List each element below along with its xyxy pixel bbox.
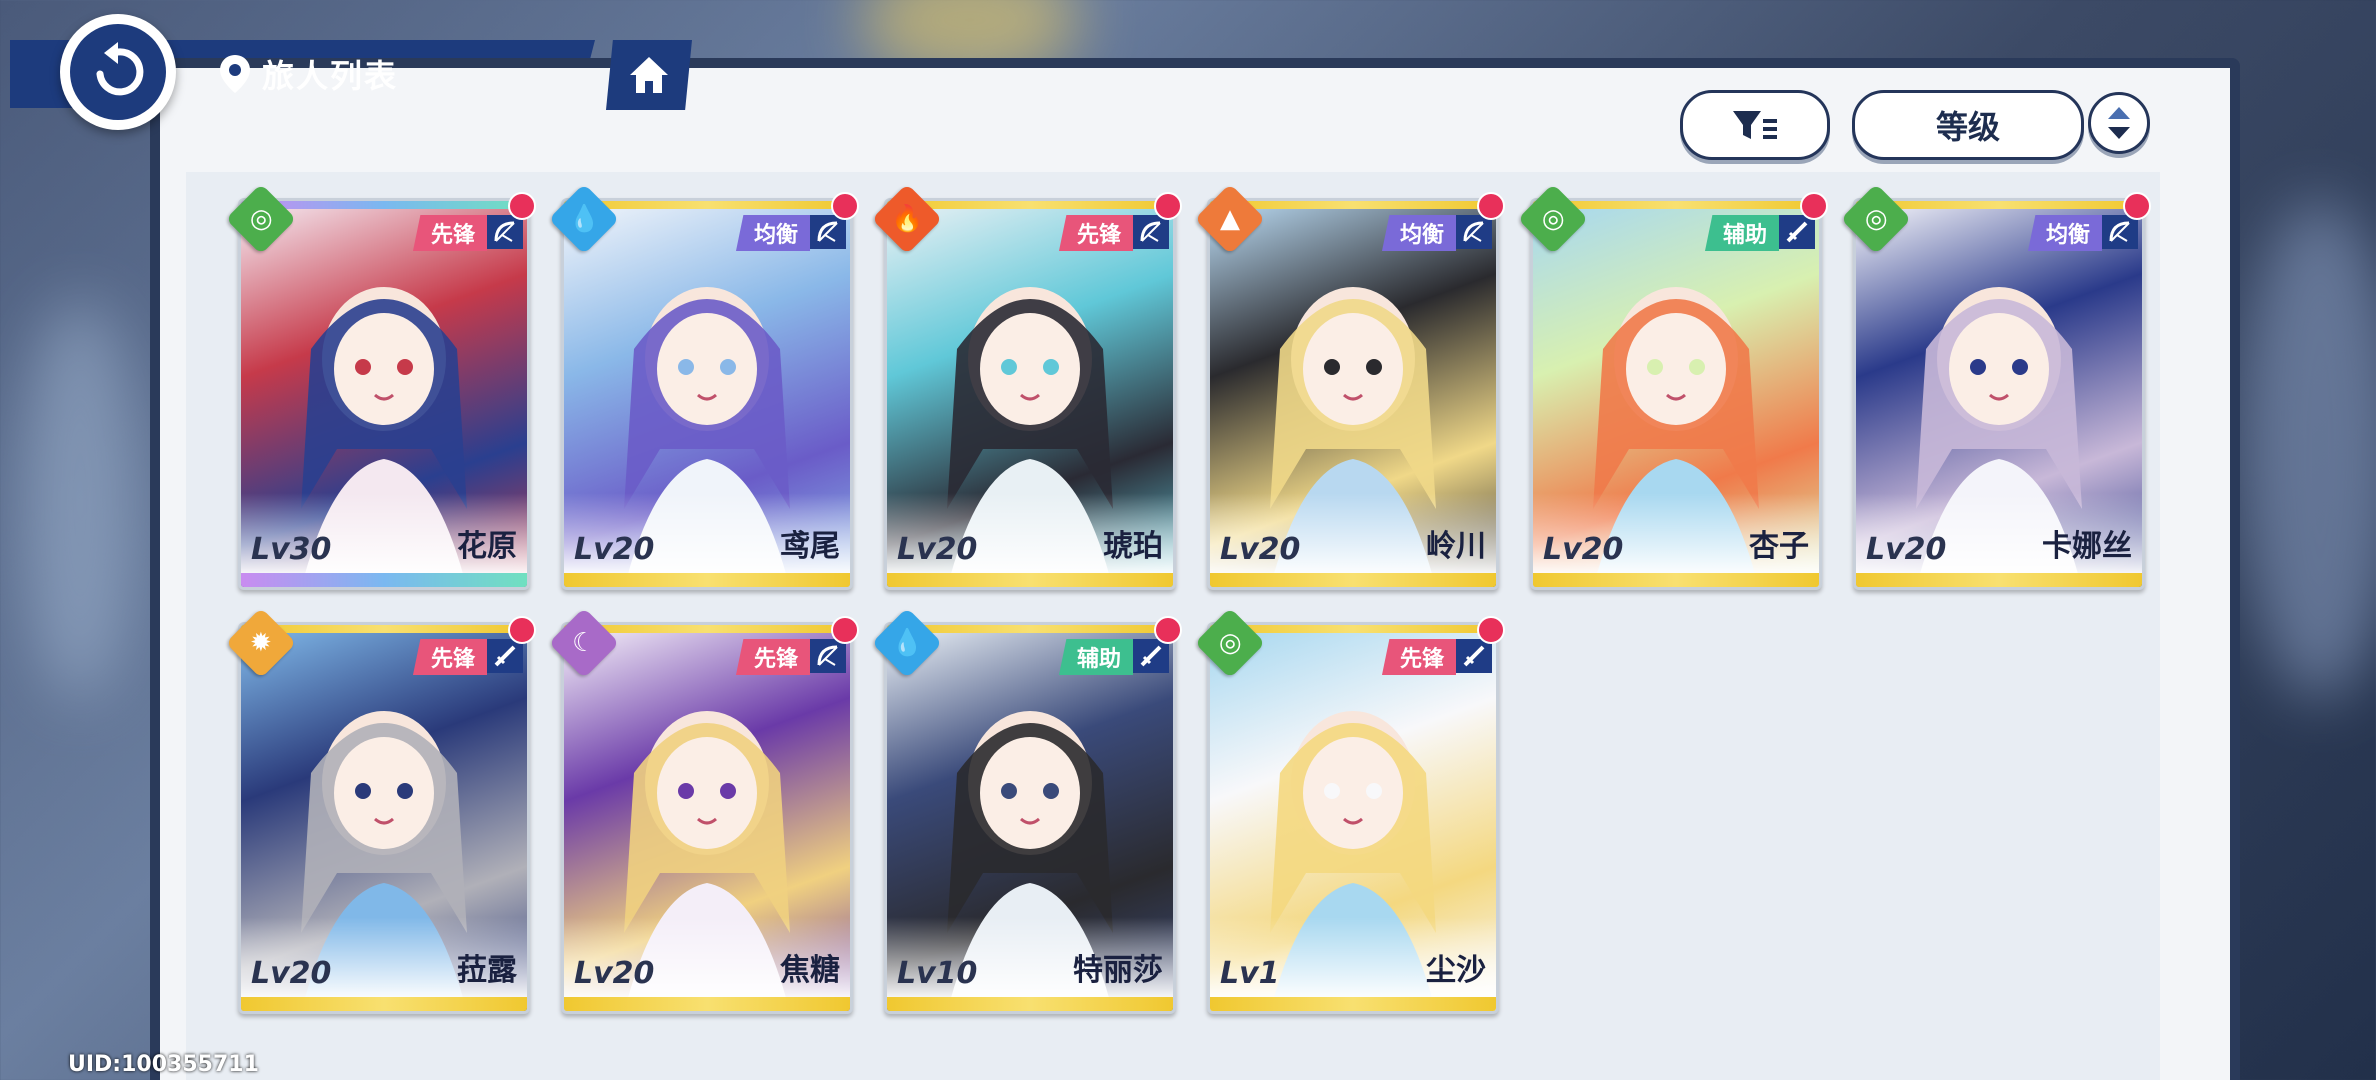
sort-order-icon bbox=[2108, 107, 2130, 139]
card-bottom-frame bbox=[1533, 573, 1819, 587]
card-bottom-frame bbox=[1210, 573, 1496, 587]
character-level: Lv10 bbox=[897, 956, 978, 991]
card-bottom-frame bbox=[1856, 573, 2142, 587]
notification-dot bbox=[1154, 616, 1182, 644]
notification-dot bbox=[508, 616, 536, 644]
character-name: 特丽莎 bbox=[1073, 953, 1163, 988]
card-bottom-frame bbox=[241, 573, 527, 587]
card-bottom-frame bbox=[1210, 997, 1496, 1011]
character-name: 焦糖 bbox=[780, 953, 840, 988]
character-level: Lv20 bbox=[1220, 532, 1301, 567]
character-level: Lv1 bbox=[1220, 956, 1280, 991]
character-card[interactable]: 先锋 Lv20 焦糖 bbox=[561, 622, 853, 1014]
role-tag: 先锋 bbox=[412, 215, 487, 251]
card-bottom-frame bbox=[887, 997, 1173, 1011]
character-level: Lv20 bbox=[897, 532, 978, 567]
character-card[interactable]: 先锋 Lv1 尘沙 bbox=[1207, 622, 1499, 1014]
character-level: Lv20 bbox=[251, 956, 332, 991]
character-name: 花原 bbox=[457, 529, 517, 564]
character-name: 杏子 bbox=[1749, 529, 1809, 564]
character-level: Lv20 bbox=[574, 956, 655, 991]
character-card[interactable]: 均衡 Lv20 岭川 bbox=[1207, 198, 1499, 590]
character-card[interactable]: 均衡 Lv20 鸢尾 bbox=[561, 198, 853, 590]
character-name: 卡娜丝 bbox=[2042, 529, 2132, 564]
sword-icon bbox=[487, 639, 523, 673]
role-tag: 均衡 bbox=[735, 215, 810, 251]
bow-icon bbox=[1133, 215, 1169, 249]
character-name: 岭川 bbox=[1426, 529, 1486, 564]
role-tag: 辅助 bbox=[1058, 639, 1133, 675]
character-card[interactable]: 辅助 Lv10 特丽莎 bbox=[884, 622, 1176, 1014]
page-title: 旅人列表 bbox=[262, 57, 399, 95]
notification-dot bbox=[1477, 192, 1505, 220]
filter-icon bbox=[1733, 111, 1777, 139]
sort-by-label: 等级 bbox=[1935, 108, 2000, 146]
character-level: Lv20 bbox=[1866, 532, 1947, 567]
back-icon bbox=[70, 24, 166, 120]
home-button[interactable] bbox=[606, 40, 692, 110]
character-card[interactable]: 先锋 Lv20 菈露 bbox=[238, 622, 530, 1014]
character-card[interactable]: 先锋 Lv30 花原 bbox=[238, 198, 530, 590]
notification-dot bbox=[508, 192, 536, 220]
sort-by-dropdown[interactable]: 等级 bbox=[1852, 90, 2084, 160]
back-button[interactable] bbox=[60, 14, 176, 130]
card-bottom-frame bbox=[564, 997, 850, 1011]
sword-icon bbox=[1133, 639, 1169, 673]
background-scenery-left bbox=[20, 300, 140, 700]
role-tag: 均衡 bbox=[2027, 215, 2102, 251]
bow-icon bbox=[2102, 215, 2138, 249]
notification-dot bbox=[1154, 192, 1182, 220]
bow-icon bbox=[810, 639, 846, 673]
role-tag: 先锋 bbox=[412, 639, 487, 675]
sword-icon bbox=[1779, 215, 1815, 249]
home-icon bbox=[630, 57, 668, 93]
bow-icon bbox=[1456, 215, 1492, 249]
location-pin-icon bbox=[220, 55, 250, 93]
role-tag: 均衡 bbox=[1381, 215, 1456, 251]
page-title-group: 旅人列表 bbox=[218, 48, 398, 100]
character-name: 鸢尾 bbox=[780, 529, 840, 564]
user-id: UID:100355711 bbox=[68, 1052, 259, 1077]
notification-dot bbox=[2123, 192, 2151, 220]
role-tag: 先锋 bbox=[1381, 639, 1456, 675]
card-bottom-frame bbox=[241, 997, 527, 1011]
notification-dot bbox=[1800, 192, 1828, 220]
role-tag: 先锋 bbox=[735, 639, 810, 675]
notification-dot bbox=[831, 192, 859, 220]
character-level: Lv30 bbox=[251, 532, 332, 567]
character-level: Lv20 bbox=[1543, 532, 1624, 567]
character-name: 尘沙 bbox=[1426, 953, 1486, 988]
sort-order-toggle[interactable] bbox=[2088, 92, 2150, 154]
bow-icon bbox=[487, 215, 523, 249]
filter-button[interactable] bbox=[1680, 90, 1830, 160]
role-tag: 辅助 bbox=[1704, 215, 1779, 251]
background-scenery bbox=[2240, 200, 2376, 700]
character-card[interactable]: 辅助 Lv20 杏子 bbox=[1530, 198, 1822, 590]
card-bottom-frame bbox=[564, 573, 850, 587]
bow-icon bbox=[810, 215, 846, 249]
notification-dot bbox=[1477, 616, 1505, 644]
character-name: 菈露 bbox=[457, 953, 517, 988]
character-card[interactable]: 先锋 Lv20 琥珀 bbox=[884, 198, 1176, 590]
sword-icon bbox=[1456, 639, 1492, 673]
character-level: Lv20 bbox=[574, 532, 655, 567]
role-tag: 先锋 bbox=[1058, 215, 1133, 251]
card-bottom-frame bbox=[887, 573, 1173, 587]
notification-dot bbox=[831, 616, 859, 644]
character-card[interactable]: 均衡 Lv20 卡娜丝 bbox=[1853, 198, 2145, 590]
character-name: 琥珀 bbox=[1103, 529, 1163, 564]
